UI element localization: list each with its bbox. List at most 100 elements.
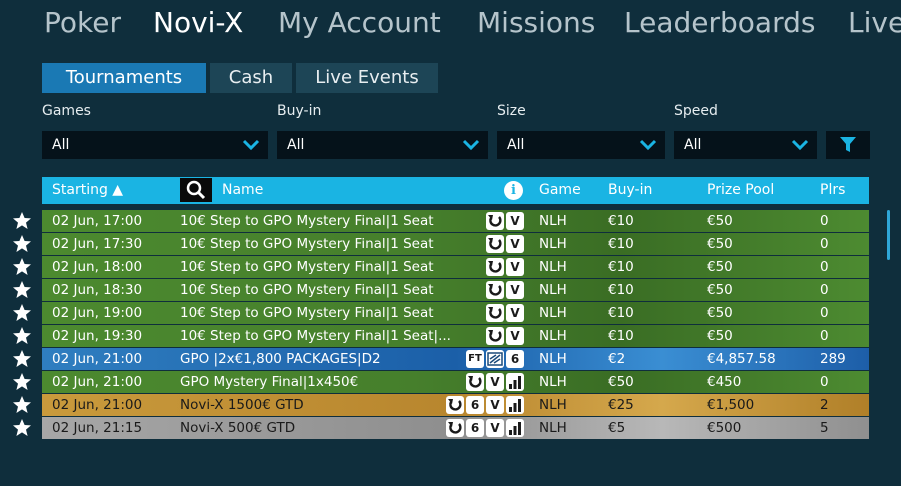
badge-ft: FT: [466, 350, 484, 368]
cell-prize-pool: €4,857.58: [707, 351, 776, 367]
table-row[interactable]: 02 Jun, 18:30 10€ Step to GPO Mystery Fin…: [42, 279, 869, 301]
cell-buyin: €10: [608, 305, 634, 321]
chevron-down-icon: [242, 139, 260, 151]
re-entry-icon: [486, 212, 504, 230]
cell-buyin: €10: [608, 282, 634, 298]
favorite-star-icon[interactable]: [12, 280, 32, 300]
re-entry-icon: [486, 327, 504, 345]
stats-icon: [506, 396, 524, 414]
badge-six-max: 6: [506, 350, 524, 368]
favorite-star-icon[interactable]: [12, 234, 32, 254]
favorite-star-icon[interactable]: [12, 303, 32, 323]
cell-prize-pool: €50: [707, 282, 733, 298]
table-row[interactable]: 02 Jun, 18:00 10€ Step to GPO Mystery Fin…: [42, 256, 869, 278]
col-name[interactable]: Name: [222, 182, 263, 198]
buyin-select-value: All: [287, 137, 305, 153]
badge-v: V: [486, 373, 504, 391]
buyin-select[interactable]: All: [277, 131, 488, 159]
badge-v: V: [506, 212, 524, 230]
favorite-star-icon[interactable]: [12, 349, 32, 369]
search-icon: [186, 180, 206, 200]
cell-buyin: €10: [608, 213, 634, 229]
cell-name: 10€ Step to GPO Mystery Final|1 Seat: [180, 282, 434, 298]
favorite-star-icon[interactable]: [12, 257, 32, 277]
cell-name: Novi-X 500€ GTD: [180, 420, 296, 436]
table-row[interactable]: 02 Jun, 21:00 Novi-X 1500€ GTD NLH €25 €1,50…: [42, 394, 869, 416]
nav-poker[interactable]: Poker: [44, 6, 121, 39]
tab-cash[interactable]: Cash: [210, 63, 292, 93]
table-row[interactable]: 02 Jun, 17:30 10€ Step to GPO Mystery Fin…: [42, 233, 869, 255]
cell-starting: 02 Jun, 17:00: [52, 213, 143, 229]
cell-plrs: 0: [820, 282, 829, 298]
filter-label-games: Games: [42, 103, 91, 119]
cell-buyin: €10: [608, 328, 634, 344]
cell-buyin: €5: [608, 420, 626, 436]
col-prize-pool[interactable]: Prize Pool: [707, 182, 774, 198]
size-select-value: All: [507, 137, 525, 153]
cell-prize-pool: €50: [707, 305, 733, 321]
cell-game: NLH: [539, 351, 567, 367]
nav-missions[interactable]: Missions: [477, 6, 595, 39]
cell-name: GPO |2x€1,800 PACKAGES|D2: [180, 351, 381, 367]
cell-buyin: €10: [608, 259, 634, 275]
favorite-star-icon[interactable]: [12, 395, 32, 415]
nav-my-account[interactable]: My Account: [278, 6, 441, 39]
favorite-star-icon[interactable]: [12, 418, 32, 438]
cell-name: 10€ Step to GPO Mystery Final|1 Seat: [180, 305, 434, 321]
favorite-star-icon[interactable]: [12, 326, 32, 346]
table-row[interactable]: 02 Jun, 17:00 10€ Step to GPO Mystery Fin…: [42, 210, 869, 232]
cell-name: 10€ Step to GPO Mystery Final|1 Seat: [180, 213, 434, 229]
col-plrs[interactable]: Plrs: [820, 182, 845, 198]
table-row[interactable]: 02 Jun, 21:00 GPO Mystery Final|1x450€ NLH…: [42, 371, 869, 393]
re-entry-icon: [466, 373, 484, 391]
favorite-star-icon[interactable]: [12, 372, 32, 392]
table-row[interactable]: 02 Jun, 21:00 GPO |2x€1,800 PACKAGES|D2 NL…: [42, 348, 869, 370]
table-row[interactable]: 02 Jun, 19:30 10€ Step to GPO Mystery Fin…: [42, 325, 869, 347]
nav-leaderboards[interactable]: Leaderboards: [624, 6, 815, 39]
search-button[interactable]: [180, 178, 212, 202]
re-entry-icon: [446, 396, 464, 414]
info-icon[interactable]: i: [504, 181, 523, 200]
cell-plrs: 0: [820, 236, 829, 252]
scrollbar[interactable]: [887, 210, 890, 260]
cell-name: Novi-X 1500€ GTD: [180, 397, 304, 413]
cell-starting: 02 Jun, 17:30: [52, 236, 143, 252]
filter-label-size: Size: [497, 103, 526, 119]
cell-starting: 02 Jun, 21:00: [52, 374, 143, 390]
nav-live[interactable]: Live: [848, 6, 901, 39]
cell-game: NLH: [539, 305, 567, 321]
cell-buyin: €2: [608, 351, 626, 367]
filter-button[interactable]: [826, 131, 870, 159]
cell-plrs: 0: [820, 305, 829, 321]
cell-name: 10€ Step to GPO Mystery Final|1 Seat: [180, 236, 434, 252]
tab-live-events[interactable]: Live Events: [296, 63, 438, 93]
filter-label-buyin: Buy-in: [277, 103, 322, 119]
cell-prize-pool: €50: [707, 236, 733, 252]
games-select-value: All: [52, 137, 70, 153]
table-row[interactable]: 02 Jun, 19:00 10€ Step to GPO Mystery Fin…: [42, 302, 869, 324]
cell-prize-pool: €1,500: [707, 397, 755, 413]
speed-select[interactable]: All: [674, 131, 817, 159]
favorite-star-icon[interactable]: [12, 211, 32, 231]
cell-prize-pool: €500: [707, 420, 742, 436]
chevron-down-icon: [791, 139, 809, 151]
size-select[interactable]: All: [497, 131, 665, 159]
re-entry-icon: [486, 281, 504, 299]
col-starting[interactable]: Starting ▲: [52, 182, 123, 198]
tab-tournaments[interactable]: Tournaments: [42, 63, 206, 93]
nav-novi-x[interactable]: Novi-X: [153, 6, 243, 39]
cell-game: NLH: [539, 213, 567, 229]
cell-buyin: €25: [608, 397, 634, 413]
badge-v: V: [506, 327, 524, 345]
badge-v: V: [506, 235, 524, 253]
col-buyin[interactable]: Buy-in: [608, 182, 652, 198]
cell-prize-pool: €50: [707, 328, 733, 344]
games-select[interactable]: All: [42, 131, 268, 159]
cell-plrs: 2: [820, 397, 829, 413]
cell-plrs: 0: [820, 213, 829, 229]
cell-game: NLH: [539, 328, 567, 344]
cell-game: NLH: [539, 236, 567, 252]
table-row[interactable]: 02 Jun, 21:15 Novi-X 500€ GTD NLH €5 €500 5 6 V: [42, 417, 869, 439]
col-game[interactable]: Game: [539, 182, 581, 198]
re-entry-icon: [486, 235, 504, 253]
